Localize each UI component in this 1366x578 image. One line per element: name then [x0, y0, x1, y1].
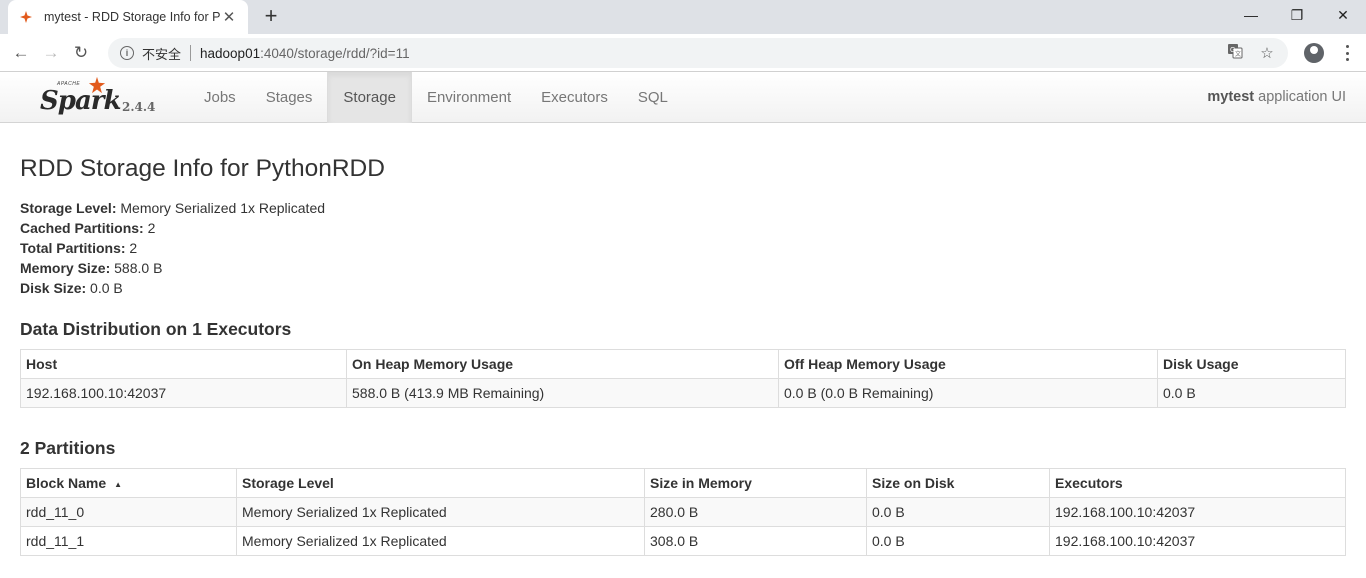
- distribution-heading: Data Distribution on 1 Executors: [20, 319, 292, 339]
- table-cell: 192.168.100.10:42037: [1049, 526, 1346, 556]
- application-name: mytest application UI: [1207, 89, 1346, 105]
- column-header-storage-level[interactable]: Storage Level: [236, 468, 645, 498]
- spark-favicon-icon: [18, 9, 34, 25]
- info-icon[interactable]: i: [120, 46, 134, 60]
- table-cell: 308.0 B: [644, 526, 867, 556]
- summary-label: Cached Partitions:: [20, 220, 144, 236]
- summary-storage-level: Storage Level: Memory Serialized 1x Repl…: [20, 198, 1346, 218]
- column-header-disk-usage[interactable]: Disk Usage: [1157, 349, 1346, 379]
- table-cell: 192.168.100.10:42037: [20, 378, 347, 408]
- spark-wordmark: Spark: [40, 86, 122, 116]
- table-cell: 0.0 B: [866, 526, 1050, 556]
- partitions-table: Block Name ▲ Storage Level Size in Memory…: [20, 468, 1346, 556]
- page-content: RDD Storage Info for PythonRDD Storage L…: [0, 154, 1366, 556]
- column-header-size-on-disk[interactable]: Size on Disk: [866, 468, 1050, 498]
- table-cell: rdd_11_1: [20, 526, 237, 556]
- spark-navbar: APACHE Spark 2.4.4 Jobs Stages Storage E…: [0, 72, 1366, 123]
- rdd-summary-list: Storage Level: Memory Serialized 1x Repl…: [20, 198, 1346, 298]
- browser-tab[interactable]: mytest - RDD Storage Info for PythonRDD …: [8, 0, 248, 34]
- sort-ascending-icon: ▲: [114, 479, 123, 489]
- partitions-heading: 2 Partitions: [20, 438, 116, 458]
- summary-value: Memory Serialized 1x Replicated: [116, 200, 326, 216]
- column-header-executors[interactable]: Executors: [1049, 468, 1346, 498]
- summary-label: Disk Size:: [20, 280, 87, 296]
- column-header-off-heap[interactable]: Off Heap Memory Usage: [778, 349, 1158, 379]
- reload-button[interactable]: ↻: [66, 38, 96, 68]
- summary-value: 2: [125, 240, 138, 256]
- security-label[interactable]: 不安全: [142, 44, 181, 63]
- distribution-table: Host On Heap Memory Usage Off Heap Memor…: [20, 349, 1346, 408]
- table-cell: 0.0 B: [866, 497, 1050, 527]
- address-bar[interactable]: i 不安全 hadoop01:4040/storage/rdd/?id=11 G…: [108, 38, 1288, 68]
- table-row: rdd_11_1 Memory Serialized 1x Replicated…: [20, 526, 1346, 556]
- tab-close-icon[interactable]: ✕: [220, 8, 238, 26]
- spark-logo[interactable]: APACHE Spark 2.4.4: [0, 72, 170, 122]
- back-button[interactable]: ←: [6, 38, 36, 68]
- window-controls: — ❐ ✕: [1228, 0, 1366, 30]
- new-tab-button[interactable]: +: [258, 4, 284, 30]
- url-host: hadoop01: [200, 45, 261, 61]
- summary-cached-partitions: Cached Partitions: 2: [20, 218, 1346, 238]
- table-cell: 192.168.100.10:42037: [1049, 497, 1346, 527]
- omnibox-divider: [190, 45, 192, 61]
- table-cell: Memory Serialized 1x Replicated: [236, 526, 645, 556]
- tab-storage[interactable]: Storage: [327, 72, 412, 123]
- app-name-suffix: application UI: [1254, 89, 1346, 105]
- tab-jobs[interactable]: Jobs: [189, 72, 251, 123]
- summary-memory-size: Memory Size: 588.0 B: [20, 258, 1346, 278]
- table-cell: rdd_11_0: [20, 497, 237, 527]
- summary-value: 0.0 B: [86, 280, 123, 296]
- tab-sql[interactable]: SQL: [623, 72, 683, 123]
- summary-disk-size: Disk Size: 0.0 B: [20, 278, 1346, 298]
- tab-executors[interactable]: Executors: [526, 72, 623, 123]
- page-title: RDD Storage Info for PythonRDD: [20, 155, 385, 182]
- summary-total-partitions: Total Partitions: 2: [20, 238, 1346, 258]
- minimize-button[interactable]: —: [1228, 0, 1274, 30]
- url-text[interactable]: hadoop01:4040/storage/rdd/?id=11: [200, 46, 410, 61]
- close-window-button[interactable]: ✕: [1320, 0, 1366, 30]
- column-header-on-heap[interactable]: On Heap Memory Usage: [346, 349, 779, 379]
- translate-icon[interactable]: G文: [1226, 43, 1244, 63]
- summary-label: Memory Size:: [20, 260, 111, 276]
- forward-button[interactable]: →: [36, 38, 66, 68]
- tab-environment[interactable]: Environment: [412, 72, 526, 123]
- table-row: 192.168.100.10:42037 588.0 B (413.9 MB R…: [20, 378, 1346, 408]
- table-header-row: Block Name ▲ Storage Level Size in Memory…: [20, 468, 1346, 498]
- omnibox-actions: G文 ☆: [1226, 43, 1276, 63]
- spark-nav-tabs: Jobs Stages Storage Environment Executor…: [189, 72, 683, 123]
- star-icon[interactable]: ☆: [1258, 44, 1276, 62]
- column-header-size-in-memory[interactable]: Size in Memory: [644, 468, 867, 498]
- menu-icon[interactable]: [1340, 43, 1354, 63]
- spark-star-icon: [88, 76, 106, 94]
- app-name-bold: mytest: [1207, 89, 1255, 105]
- table-cell: 280.0 B: [644, 497, 867, 527]
- summary-label: Total Partitions:: [20, 240, 126, 256]
- column-header-block-name[interactable]: Block Name ▲: [20, 468, 237, 498]
- url-path: :4040/storage/rdd/?id=11: [260, 45, 410, 61]
- browser-tab-strip: mytest - RDD Storage Info for PythonRDD …: [0, 0, 1366, 34]
- restore-button[interactable]: ❐: [1274, 0, 1320, 30]
- account-icon[interactable]: [1304, 43, 1324, 63]
- tab-stages[interactable]: Stages: [251, 72, 328, 123]
- column-header-label: Block Name: [26, 475, 107, 491]
- browser-tab-title: mytest - RDD Storage Info for PythonRDD: [44, 10, 220, 24]
- spark-version: 2.4.4: [122, 100, 156, 114]
- browser-toolbar: ← → ↻ i 不安全 hadoop01:4040/storage/rdd/?i…: [0, 34, 1366, 72]
- svg-text:文: 文: [1235, 50, 1241, 58]
- table-row: rdd_11_0 Memory Serialized 1x Replicated…: [20, 497, 1346, 527]
- summary-label: Storage Level:: [20, 200, 117, 216]
- table-cell: Memory Serialized 1x Replicated: [236, 497, 645, 527]
- summary-value: 2: [143, 220, 156, 236]
- column-header-host[interactable]: Host: [20, 349, 347, 379]
- table-header-row: Host On Heap Memory Usage Off Heap Memor…: [20, 349, 1346, 379]
- table-cell: 0.0 B (0.0 B Remaining): [778, 378, 1158, 408]
- table-cell: 0.0 B: [1157, 378, 1346, 408]
- table-cell: 588.0 B (413.9 MB Remaining): [346, 378, 779, 408]
- summary-value: 588.0 B: [110, 260, 163, 276]
